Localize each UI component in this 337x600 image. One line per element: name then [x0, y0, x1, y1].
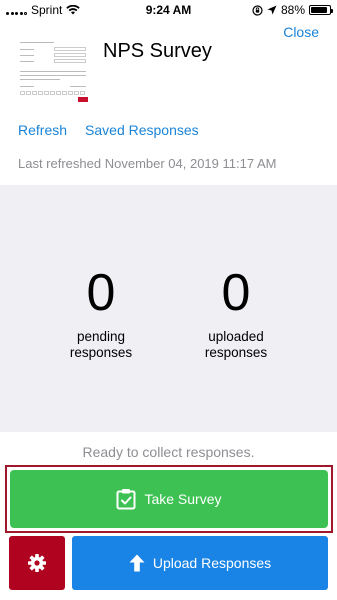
pending-label: pending responses [69, 329, 133, 360]
ready-status-text: Ready to collect responses. [82, 444, 255, 460]
take-survey-highlight: Take Survey [5, 465, 333, 533]
refresh-link[interactable]: Refresh [18, 122, 67, 138]
take-survey-label: Take Survey [144, 491, 222, 507]
action-links: Refresh Saved Responses [18, 122, 199, 138]
survey-title: NPS Survey [103, 40, 212, 62]
uploaded-label: uploaded responses [204, 329, 268, 360]
last-refreshed-text: Last refreshed November 04, 2019 11:17 A… [18, 156, 277, 171]
battery-percent: 88% [280, 3, 305, 17]
uploaded-stat: 0 uploaded responses [176, 265, 296, 361]
settings-button[interactable] [9, 536, 65, 590]
survey-thumbnail [18, 38, 90, 104]
close-button[interactable]: Close [283, 24, 319, 40]
orientation-lock-icon [252, 4, 263, 16]
status-right: 88% [252, 3, 333, 17]
pending-stat: 0 pending responses [41, 265, 161, 361]
location-icon [267, 5, 277, 15]
response-stats-panel: 0 pending responses 0 uploaded responses [0, 185, 337, 432]
take-survey-button[interactable]: Take Survey [10, 470, 328, 528]
pending-count: 0 [86, 264, 116, 322]
uploaded-count: 0 [221, 264, 251, 322]
upload-responses-button[interactable]: Upload Responses [72, 536, 328, 590]
status-bar: Sprint 9:24 AM 88% [0, 0, 337, 20]
arrow-up-icon [129, 554, 145, 572]
upload-responses-label: Upload Responses [152, 555, 272, 571]
gear-icon [28, 554, 46, 572]
saved-responses-link[interactable]: Saved Responses [85, 122, 199, 138]
clipboard-check-icon [116, 489, 136, 510]
battery-icon [309, 5, 333, 15]
